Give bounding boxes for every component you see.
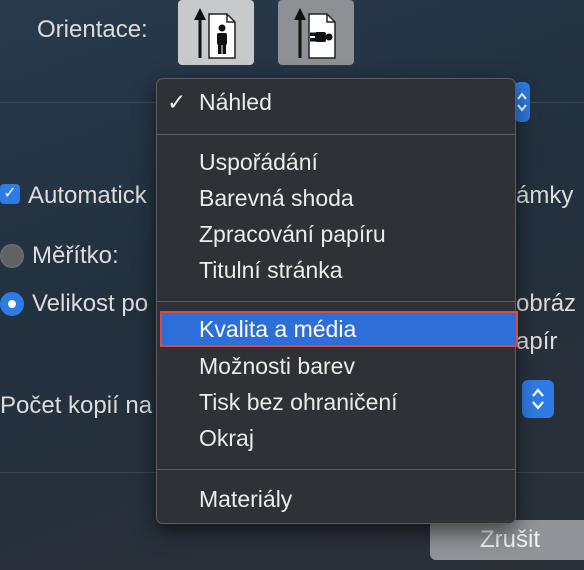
menu-item-label: Materiály xyxy=(199,486,293,512)
menu-item-materialy[interactable]: Materiály xyxy=(157,482,515,516)
menu-item-zpracovani-papiru[interactable]: Zpracování papíru xyxy=(157,217,515,251)
automatic-checkbox-label: Automatick xyxy=(28,182,147,209)
menu-item-usporadani[interactable]: Uspořádání xyxy=(157,145,515,179)
menu-item-label: Kvalita a média xyxy=(199,316,357,342)
partial-label: ámky xyxy=(516,182,574,209)
cancel-button[interactable]: Zrušit xyxy=(430,520,584,560)
checkmark-icon: ✓ xyxy=(3,185,17,202)
menu-item-label: Okraj xyxy=(199,425,254,451)
orientation-landscape-button[interactable] xyxy=(278,0,354,65)
orientation-label: Orientace: xyxy=(37,16,148,43)
copies-per-sheet-stepper[interactable] xyxy=(522,380,554,418)
options-popup-menu: ✓ Náhled Uspořádání Barevná shoda Zpraco… xyxy=(156,78,518,524)
menu-item-label: Titulní stránka xyxy=(199,257,343,283)
menu-item-label: Barevná shoda xyxy=(199,185,354,211)
menu-item-nahled[interactable]: ✓ Náhled xyxy=(157,85,515,119)
menu-item-okraj[interactable]: Okraj xyxy=(157,421,515,455)
menu-separator xyxy=(157,301,515,302)
menu-item-kvalita-a-media[interactable]: Kvalita a média xyxy=(160,311,518,347)
menu-item-label: Uspořádání xyxy=(199,149,318,175)
menu-item-tisk-bez-ohraniceni[interactable]: Tisk bez ohraničení xyxy=(157,385,515,419)
menu-item-moznosti-barev[interactable]: Možnosti barev xyxy=(157,349,515,383)
paper-size-stepper[interactable] xyxy=(514,82,530,122)
menu-item-label: Možnosti barev xyxy=(199,353,355,379)
menu-separator xyxy=(157,134,515,135)
fit-size-label: Velikost po xyxy=(32,290,149,317)
chevron-updown-icon xyxy=(517,92,527,112)
scale-radio[interactable] xyxy=(0,244,24,268)
menu-item-label: Tisk bez ohraničení xyxy=(199,389,398,415)
menu-item-label: Zpracování papíru xyxy=(199,221,386,247)
portrait-person-icon xyxy=(194,7,236,59)
chevron-updown-icon xyxy=(532,388,544,410)
fit-size-radio[interactable] xyxy=(0,292,24,316)
copies-per-sheet-label: Počet kopií na xyxy=(0,392,153,419)
automatic-checkbox[interactable]: ✓ xyxy=(0,184,20,204)
partial-label: apír xyxy=(516,328,558,355)
scale-label: Měřítko: xyxy=(32,242,119,269)
checkmark-icon: ✓ xyxy=(167,89,187,115)
partial-label: obráz xyxy=(516,290,577,317)
landscape-person-icon xyxy=(294,7,336,59)
orientation-portrait-button[interactable] xyxy=(178,0,254,65)
menu-item-barevna-shoda[interactable]: Barevná shoda xyxy=(157,181,515,215)
menu-separator xyxy=(157,469,515,470)
menu-item-titulni-stranka[interactable]: Titulní stránka xyxy=(157,253,515,287)
menu-item-label: Náhled xyxy=(199,89,272,115)
